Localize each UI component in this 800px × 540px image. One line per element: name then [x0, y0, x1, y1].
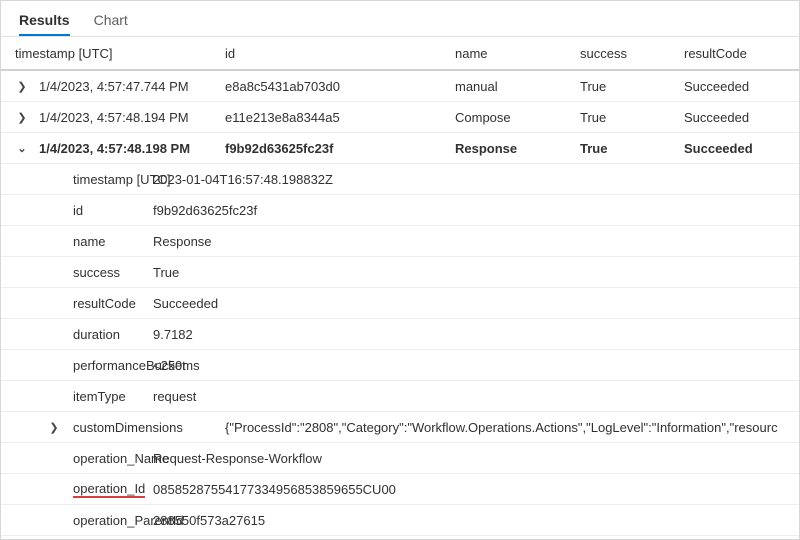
chevron-right-icon[interactable]: ❯: [15, 111, 29, 124]
detail-key: id: [1, 203, 153, 218]
tab-results[interactable]: Results: [19, 12, 70, 36]
detail-value: 9.7182: [153, 327, 799, 342]
table-row-expanded[interactable]: ⌄ 1/4/2023, 4:57:48.198 PM f9b92d63625fc…: [1, 133, 799, 164]
chevron-right-icon[interactable]: ❯: [15, 80, 29, 93]
detail-row: nameResponse: [1, 226, 799, 257]
detail-key: operation_Name: [1, 451, 153, 466]
col-header-success[interactable]: success: [580, 46, 684, 61]
cell-resultcode: Succeeded: [684, 110, 799, 125]
cell-id: e11e213e8a8344a5: [225, 110, 455, 125]
detail-value: f9b92d63625fc23f: [153, 203, 799, 218]
detail-row: itemTyperequest: [1, 381, 799, 412]
cell-name: manual: [455, 79, 580, 94]
detail-value: <250ms: [153, 358, 799, 373]
grid-header: timestamp [UTC] id name success resultCo…: [1, 37, 799, 71]
detail-value: Response: [153, 234, 799, 249]
col-header-timestamp[interactable]: timestamp [UTC]: [15, 46, 225, 61]
detail-key: operation_ParentId: [1, 513, 153, 528]
detail-key: timestamp [UTC]: [1, 172, 153, 187]
detail-key: name: [1, 234, 153, 249]
tabs: Results Chart: [1, 1, 799, 37]
detail-value: 2023-01-04T16:57:48.198832Z: [153, 172, 799, 187]
cell-timestamp: 1/4/2023, 4:57:48.198 PM: [39, 141, 225, 156]
cell-name: Compose: [455, 110, 580, 125]
col-header-name[interactable]: name: [455, 46, 580, 61]
detail-key: itemType: [1, 389, 153, 404]
detail-row: timestamp [UTC]2023-01-04T16:57:48.19883…: [1, 164, 799, 195]
cell-resultcode: Succeeded: [684, 141, 799, 156]
detail-row: ❯ customDimensions{"ProcessId":"2808","Ca…: [1, 412, 799, 443]
cell-success: True: [580, 79, 684, 94]
chevron-right-icon[interactable]: ❯: [47, 421, 61, 434]
cell-success: True: [580, 110, 684, 125]
cell-id: e8a8c5431ab703d0: [225, 79, 455, 94]
detail-value: {"ProcessId":"2808","Category":"Workflow…: [225, 420, 799, 435]
cell-timestamp: 1/4/2023, 4:57:48.194 PM: [39, 110, 225, 125]
cell-id: f9b92d63625fc23f: [225, 141, 455, 156]
detail-value: 08585287554177334956853859655CU00: [153, 482, 799, 497]
detail-key: success: [1, 265, 153, 280]
detail-key: duration: [1, 327, 153, 342]
col-header-id[interactable]: id: [225, 46, 455, 61]
tab-chart[interactable]: Chart: [94, 12, 128, 36]
detail-value: 288550f573a27615: [153, 513, 799, 528]
detail-row: idf9b92d63625fc23f: [1, 195, 799, 226]
detail-row: operation_ParentId288550f573a27615: [1, 505, 799, 536]
detail-row: duration9.7182: [1, 319, 799, 350]
cell-name: Response: [455, 141, 580, 156]
cell-timestamp: 1/4/2023, 4:57:47.744 PM: [39, 79, 225, 94]
cell-resultcode: Succeeded: [684, 79, 799, 94]
detail-row: performanceBucket<250ms: [1, 350, 799, 381]
table-row[interactable]: ❯ 1/4/2023, 4:57:48.194 PM e11e213e8a834…: [1, 102, 799, 133]
cell-success: True: [580, 141, 684, 156]
detail-key: performanceBucket: [1, 358, 153, 373]
detail-row: operation_Id0858528755417733495685385965…: [1, 474, 799, 505]
chevron-down-icon[interactable]: ⌄: [15, 142, 29, 155]
detail-value: True: [153, 265, 799, 280]
detail-value: request: [153, 389, 799, 404]
detail-key: resultCode: [1, 296, 153, 311]
col-header-resultcode[interactable]: resultCode: [684, 46, 799, 61]
detail-value: Request-Response-Workflow: [153, 451, 799, 466]
detail-key: operation_Id: [1, 481, 153, 498]
detail-value: Succeeded: [153, 296, 799, 311]
detail-row: operation_NameRequest-Response-Workflow: [1, 443, 799, 474]
detail-row: successTrue: [1, 257, 799, 288]
results-rows: ❯ 1/4/2023, 4:57:47.744 PM e8a8c5431ab70…: [1, 71, 799, 539]
detail-row: resultCodeSucceeded: [1, 288, 799, 319]
detail-key: customDimensions: [73, 420, 225, 435]
table-row[interactable]: ❯ 1/4/2023, 4:57:47.744 PM e8a8c5431ab70…: [1, 71, 799, 102]
